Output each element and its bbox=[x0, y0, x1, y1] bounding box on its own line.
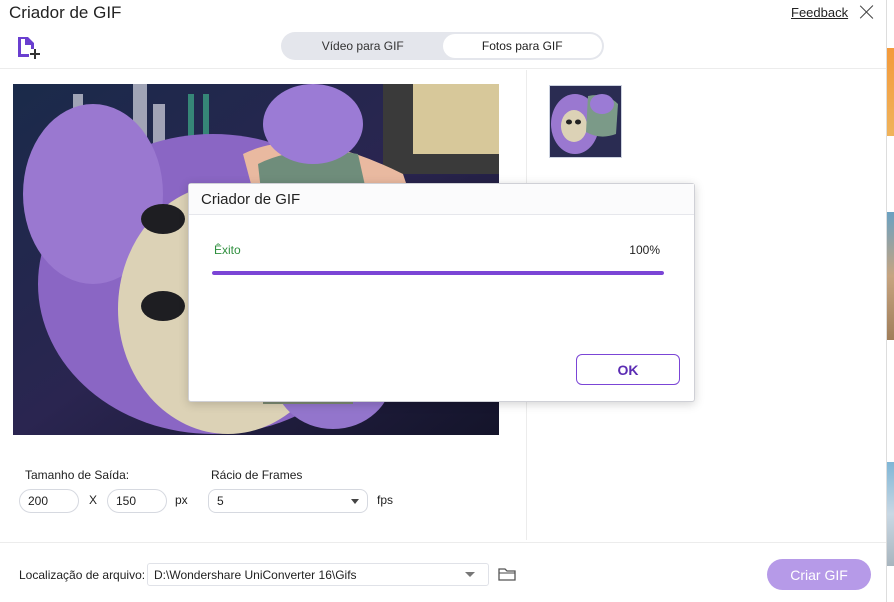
width-input[interactable]: 200 bbox=[19, 489, 79, 513]
frame-rate-select[interactable]: 5 bbox=[208, 489, 368, 513]
background-app-banner bbox=[887, 48, 894, 136]
window-title: Criador de GIF bbox=[9, 3, 122, 22]
tab-video-to-gif[interactable]: Vídeo para GIF bbox=[283, 34, 443, 58]
file-location-select[interactable]: D:\Wondershare UniConverter 16\Gifs bbox=[147, 563, 489, 586]
tab-photos-to-gif[interactable]: Fotos para GIF bbox=[442, 34, 602, 58]
file-location-label: Localização de arquivo: bbox=[19, 568, 146, 582]
close-icon[interactable] bbox=[858, 3, 876, 21]
size-separator: X bbox=[89, 493, 98, 507]
size-unit: px bbox=[175, 493, 188, 507]
background-app-image bbox=[887, 212, 894, 340]
file-location-path: D:\Wondershare UniConverter 16\Gifs bbox=[154, 567, 357, 582]
background-app-image bbox=[887, 462, 894, 566]
mode-switcher: Vídeo para GIF Fotos para GIF bbox=[281, 32, 604, 60]
ok-button[interactable]: OK bbox=[576, 354, 680, 385]
dialog-status: Êxito bbox=[214, 243, 241, 257]
height-input[interactable]: 150 bbox=[107, 489, 167, 513]
chevron-down-icon bbox=[465, 572, 475, 577]
dialog-title: Criador de GIF bbox=[201, 191, 301, 208]
add-file-icon[interactable] bbox=[16, 34, 42, 60]
frame-rate-label: Rácio de Frames bbox=[211, 468, 303, 482]
folder-icon[interactable] bbox=[498, 566, 516, 582]
frame-rate-value: 5 bbox=[217, 494, 224, 508]
footer-divider bbox=[0, 542, 886, 543]
dialog-percent: 100% bbox=[629, 243, 660, 257]
success-dialog: Criador de GIF Êxito 100% OK bbox=[188, 183, 695, 402]
progress-fill bbox=[212, 271, 664, 275]
feedback-link[interactable]: Feedback bbox=[791, 5, 848, 20]
progress-bar bbox=[212, 271, 664, 275]
frame-rate-unit: fps bbox=[377, 493, 394, 507]
header-divider bbox=[0, 68, 886, 69]
create-gif-button[interactable]: Criar GIF bbox=[767, 559, 871, 590]
output-size-label: Tamanho de Saída: bbox=[25, 468, 130, 482]
thumbnail[interactable] bbox=[549, 85, 622, 158]
chevron-down-icon bbox=[351, 499, 359, 504]
